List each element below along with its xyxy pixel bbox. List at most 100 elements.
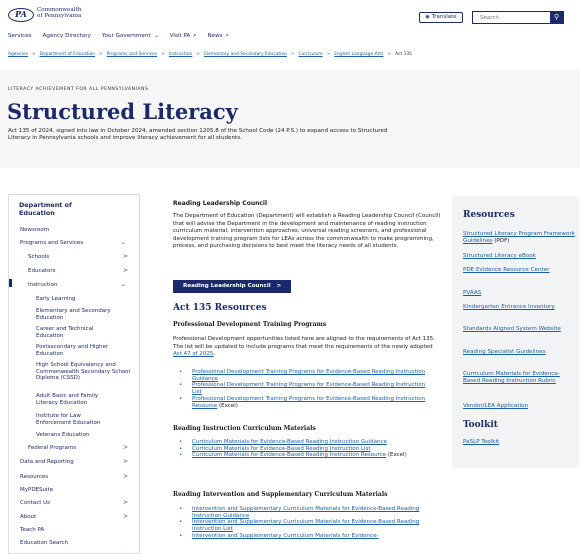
- sidebar-item-federal-programs[interactable]: Federal Programs: [28, 445, 76, 451]
- translate-button[interactable]: ◉ Translate: [419, 12, 463, 23]
- globe-icon: ◉: [425, 14, 430, 20]
- ris-guidance-link[interactable]: Intervention and Supplementary Curriculu…: [192, 506, 419, 519]
- breadcrumb-agencies[interactable]: Agencies: [8, 52, 28, 57]
- sidebar-item-education-search[interactable]: Education Search: [20, 540, 68, 546]
- resource-link-evidence-center[interactable]: PDE Evidence Resource Center: [463, 267, 575, 274]
- breadcrumb-ela[interactable]: English Language Arts: [334, 52, 383, 57]
- act-47-link[interactable]: Act 47 of 2025: [173, 351, 213, 357]
- breadcrumb-department[interactable]: Department of Education: [40, 52, 95, 57]
- list-item[interactable]: Intervention and Supplementary Curriculu…: [173, 533, 435, 540]
- external-link-icon: ↗: [224, 33, 229, 39]
- resource-link-text[interactable]: Kindergarten Entrance Inventory: [463, 304, 555, 310]
- sidebar-item-newsroom[interactable]: Newsroom: [20, 227, 49, 233]
- sidebar-item-adult-basic[interactable]: Adult Basic and Family Literacy Educatio…: [36, 393, 118, 406]
- toolkit-link-text[interactable]: PaSLP Toolkit: [463, 439, 499, 445]
- toolkit-link-paslp[interactable]: PaSLP Toolkit: [463, 439, 575, 446]
- sidebar-item-teach-pa[interactable]: Teach PA: [20, 527, 44, 533]
- sidebar-item-postsecondary[interactable]: Postsecondary and Higher Education: [36, 344, 126, 357]
- resource-link-text[interactable]: Structured Literacy eBook: [463, 253, 536, 259]
- resource-link-reading-specialist[interactable]: Reading Specialist Guidelines: [463, 349, 575, 356]
- sidebar-item-programs-and-services[interactable]: Programs and Services: [20, 240, 83, 246]
- external-link-icon: ↗: [192, 33, 197, 39]
- resource-link-kindergarten[interactable]: Kindergarten Entrance Inventory: [463, 304, 575, 311]
- search-input[interactable]: [474, 12, 550, 23]
- list-item[interactable]: Curriculum Materials for Evidence-Based …: [173, 452, 435, 459]
- nav-your-government[interactable]: Your Government ⌄: [102, 33, 159, 43]
- sidebar-item-resources[interactable]: Resources: [20, 474, 48, 480]
- breadcrumb-instruction[interactable]: Instruction: [169, 52, 193, 57]
- rim-list-link[interactable]: Curriculum Materials for Evidence-Based …: [192, 446, 371, 452]
- sidebar-heading[interactable]: Department of Education: [19, 201, 72, 217]
- resource-link-pvaas[interactable]: PVAAS: [463, 290, 575, 297]
- pa-logo[interactable]: PA: [8, 8, 34, 22]
- sidebar-item-elementary-secondary[interactable]: Elementary and Secondary Education: [36, 308, 131, 321]
- council-cta-button[interactable]: Reading Leadership Council >: [173, 280, 292, 293]
- list-item[interactable]: Intervention and Supplementary Curriculu…: [173, 506, 435, 519]
- chevron-right-icon: >: [99, 52, 103, 57]
- main-nav: Services Agency Directory Your Governmen…: [8, 33, 229, 43]
- ris-links-list: Intervention and Supplementary Curriculu…: [173, 506, 435, 540]
- search-button[interactable]: ⚲: [550, 12, 563, 23]
- resource-link-vendor[interactable]: Vendor/LEA Application: [463, 403, 575, 410]
- list-item[interactable]: Professional Development Training Progra…: [173, 369, 435, 382]
- chevron-down-icon[interactable]: ⌄: [121, 239, 126, 246]
- resource-link-text[interactable]: PVAAS: [463, 290, 481, 296]
- breadcrumb-curriculum[interactable]: Curriculum: [299, 52, 323, 57]
- breadcrumb-elementary[interactable]: Elementary and Secondary Education: [204, 52, 287, 57]
- ris-list-link[interactable]: Intervention and Supplementary Curriculu…: [192, 519, 419, 532]
- resource-link-rubric[interactable]: Curriculum Materials for Evidence-Based …: [463, 371, 575, 386]
- chevron-right-icon[interactable]: >: [123, 458, 128, 465]
- resources-heading: Resources: [463, 210, 515, 220]
- sidebar-item-career-technical[interactable]: Career and Technical Education: [36, 326, 116, 339]
- resource-link-ebook[interactable]: Structured Literacy eBook: [463, 253, 575, 260]
- rim-guidance-link[interactable]: Curriculum Materials for Evidence-Based …: [192, 439, 387, 445]
- chevron-right-icon: >: [326, 52, 331, 57]
- chevron-down-icon[interactable]: ⌄: [121, 281, 126, 288]
- breadcrumb-programs[interactable]: Programs and Services: [107, 52, 157, 57]
- pd-links-list: Professional Development Training Progra…: [173, 369, 435, 409]
- sidebar-item-early-learning[interactable]: Early Learning: [36, 296, 76, 302]
- resources-panel: Resources Structured Literacy Program Fr…: [452, 196, 579, 468]
- resource-link-sas[interactable]: Standards Aligned System Website: [463, 326, 575, 333]
- pd-list-link[interactable]: Professional Development Training Progra…: [192, 382, 425, 395]
- ris-resource-link[interactable]: Intervention and Supplementary Curriculu…: [192, 533, 379, 539]
- sidebar-item-schools[interactable]: Schools: [28, 254, 49, 260]
- sidebar-item-instruction[interactable]: Instruction: [28, 282, 57, 288]
- nav-news[interactable]: News ↗: [207, 33, 228, 43]
- sidebar-item-data-reporting[interactable]: Data and Reporting: [20, 459, 74, 465]
- list-item[interactable]: Professional Development Training Progra…: [173, 396, 435, 409]
- chevron-right-icon[interactable]: >: [123, 473, 128, 480]
- sidebar-item-about[interactable]: About: [20, 514, 36, 520]
- sidebar-item-contact-us[interactable]: Contact Us: [20, 500, 50, 506]
- resource-link-framework[interactable]: Structured Literacy Program Framework Gu…: [463, 231, 575, 246]
- chevron-right-icon[interactable]: >: [123, 267, 128, 274]
- chevron-right-icon[interactable]: >: [123, 253, 128, 260]
- pd-guidance-link[interactable]: Professional Development Training Progra…: [192, 369, 425, 382]
- sidebar-item-educators[interactable]: Educators: [28, 268, 56, 274]
- resource-link-text[interactable]: Curriculum Materials for Evidence-Based …: [463, 371, 560, 384]
- resource-link-text[interactable]: Reading Specialist Guidelines: [463, 349, 546, 355]
- sidebar-item-mypdesuite[interactable]: MyPDESuite: [20, 487, 53, 493]
- chevron-right-icon[interactable]: >: [123, 513, 128, 520]
- list-item[interactable]: Intervention and Supplementary Curriculu…: [173, 519, 435, 532]
- resource-link-text[interactable]: PDE Evidence Resource Center: [463, 267, 549, 273]
- nav-agency-directory[interactable]: Agency Directory: [43, 33, 91, 43]
- list-item[interactable]: Curriculum Materials for Evidence-Based …: [173, 446, 435, 453]
- chevron-right-icon[interactable]: >: [123, 444, 128, 451]
- resource-link-text[interactable]: Vendor/LEA Application: [463, 403, 528, 409]
- nav-services[interactable]: Services: [8, 33, 32, 43]
- chevron-right-icon[interactable]: >: [123, 499, 128, 506]
- sidebar-item-law-enforcement[interactable]: Institute for Law Enforcement Education: [36, 413, 116, 426]
- list-item[interactable]: Professional Development Training Progra…: [173, 382, 435, 395]
- sidebar-item-veterans[interactable]: Veterans Education: [36, 432, 89, 438]
- hero-description: Act 135 of 2024, signed into law in Octo…: [8, 128, 388, 142]
- sidebar-item-high-school-equivalency[interactable]: High School Equivalency and Commonwealth…: [36, 362, 131, 382]
- chevron-right-icon: >: [290, 52, 295, 57]
- nav-visit-pa[interactable]: Visit PA ↗: [170, 33, 197, 43]
- rim-heading: Reading Instruction Curriculum Materials: [173, 425, 316, 432]
- resource-link-text[interactable]: Structured Literacy Program Framework Gu…: [463, 231, 575, 244]
- list-item[interactable]: Curriculum Materials for Evidence-Based …: [173, 439, 435, 446]
- resource-link-text[interactable]: Standards Aligned System Website: [463, 326, 561, 332]
- rim-resource-link[interactable]: Curriculum Materials for Evidence-Based …: [192, 452, 386, 458]
- brand-name[interactable]: Commonwealth of Pennsylvania: [37, 7, 81, 20]
